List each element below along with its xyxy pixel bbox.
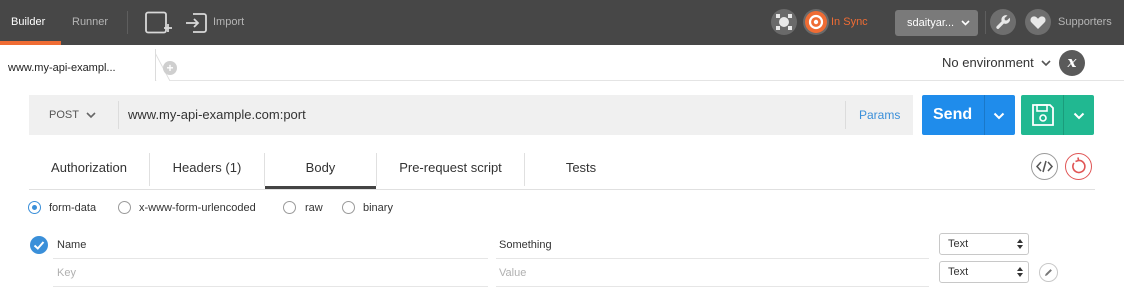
settings-button[interactable] xyxy=(990,9,1016,35)
radio-binary-label: binary xyxy=(363,202,393,214)
chevron-down-icon[interactable] xyxy=(993,112,1005,120)
key-field-underline xyxy=(53,258,488,259)
reset-button[interactable] xyxy=(1065,153,1092,180)
send-button[interactable]: Send xyxy=(922,95,1015,135)
tab-pre-request-script[interactable]: Pre-request script xyxy=(377,147,524,189)
chevron-down-icon xyxy=(86,112,96,119)
row-type-label: Text xyxy=(948,238,969,250)
generate-code-button[interactable] xyxy=(1031,153,1058,180)
satellite-icon xyxy=(776,14,792,30)
save-icon xyxy=(1032,104,1054,126)
radio-form-data-label: form-data xyxy=(49,202,97,214)
chevron-down-icon xyxy=(1041,60,1051,67)
request-tab[interactable]: www.my-api-exampl... xyxy=(0,49,156,81)
radio-binary[interactable] xyxy=(342,201,355,214)
builder-tab[interactable]: Builder xyxy=(11,0,45,45)
send-divider xyxy=(984,95,985,135)
environment-selector[interactable]: No environment xyxy=(942,55,1051,70)
save-button[interactable] xyxy=(1021,95,1094,135)
supporters-button[interactable] xyxy=(1025,9,1051,35)
sync-status: In Sync xyxy=(831,16,868,28)
toolbar-divider xyxy=(985,11,986,34)
bulk-edit-button[interactable] xyxy=(1039,263,1058,282)
tab-strip-divider xyxy=(156,80,1124,81)
url-bar-divider xyxy=(845,101,846,129)
user-menu[interactable]: sdaityar... xyxy=(895,10,978,36)
radio-x-www-form-urlencoded-label: x-www-form-urlencoded xyxy=(139,202,256,214)
select-arrows-icon xyxy=(1017,239,1023,249)
top-toolbar: Builder Runner Import In Sync sdaityar..… xyxy=(0,0,1124,45)
toolbar-divider xyxy=(127,11,128,34)
url-bar-divider xyxy=(118,101,119,129)
import-icon[interactable] xyxy=(185,12,207,39)
sync-button[interactable] xyxy=(803,9,829,35)
radio-raw[interactable] xyxy=(283,201,296,214)
chevron-down-icon xyxy=(961,20,970,26)
new-window-icon[interactable] xyxy=(145,11,173,40)
send-label: Send xyxy=(933,106,973,123)
tab-body[interactable]: Body xyxy=(265,147,376,189)
interceptor-button[interactable] xyxy=(771,9,797,35)
active-tab-indicator xyxy=(265,186,376,189)
tab-authorization[interactable]: Authorization xyxy=(29,147,149,189)
add-tab-button[interactable]: + xyxy=(163,61,177,75)
radio-x-www-form-urlencoded[interactable] xyxy=(118,201,131,214)
row-enabled-checkbox[interactable] xyxy=(30,236,48,254)
code-icon xyxy=(1035,160,1054,173)
plus-icon: + xyxy=(166,61,174,75)
method-selector[interactable]: POST xyxy=(29,95,118,135)
quick-look-icon: x xyxy=(1067,53,1077,71)
supporters-link[interactable]: Supporters xyxy=(1058,0,1112,45)
radio-form-data[interactable] xyxy=(28,201,41,214)
url-input[interactable] xyxy=(126,95,846,135)
select-arrows-icon xyxy=(1017,267,1023,277)
environment-quick-look-button[interactable]: x xyxy=(1059,50,1085,76)
method-label: POST xyxy=(49,109,79,121)
row-type-select[interactable]: Text xyxy=(939,233,1029,255)
chevron-down-icon[interactable] xyxy=(1073,112,1085,120)
params-button[interactable]: Params xyxy=(859,95,900,135)
wrench-icon xyxy=(996,15,1010,29)
new-key-input[interactable]: Key xyxy=(57,265,76,281)
row-key[interactable]: Name xyxy=(57,237,86,253)
url-bar: POST Params xyxy=(29,95,913,135)
import-button[interactable]: Import xyxy=(213,0,244,45)
radio-raw-label: raw xyxy=(305,202,323,214)
username: sdaityar... xyxy=(907,17,955,29)
value-field-underline xyxy=(496,286,929,287)
key-field-underline xyxy=(53,286,488,287)
check-icon xyxy=(33,241,45,250)
value-field-underline xyxy=(496,258,929,259)
reset-icon xyxy=(1072,157,1086,174)
tab-headers[interactable]: Headers (1) xyxy=(150,147,264,189)
new-row-type-select[interactable]: Text xyxy=(939,261,1029,283)
heart-icon xyxy=(1030,16,1046,29)
save-divider xyxy=(1063,95,1064,135)
sync-icon xyxy=(805,11,827,33)
environment-label: No environment xyxy=(942,55,1034,70)
tabs-baseline xyxy=(29,189,1095,190)
row-type-label: Text xyxy=(948,266,969,278)
request-tab-label: www.my-api-exampl... xyxy=(8,62,116,74)
new-value-input[interactable]: Value xyxy=(499,265,526,281)
pencil-icon xyxy=(1045,269,1052,276)
tab-tests[interactable]: Tests xyxy=(525,147,637,189)
runner-tab[interactable]: Runner xyxy=(72,0,108,45)
row-value[interactable]: Something xyxy=(499,237,552,253)
